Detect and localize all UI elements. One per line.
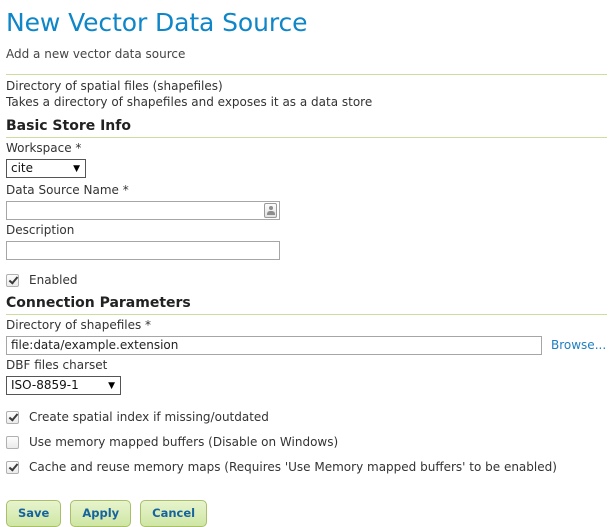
action-button-bar: Save Apply Cancel [6, 500, 607, 527]
directory-value: file:data/example.extension [7, 337, 541, 354]
data-source-name-input[interactable] [6, 201, 280, 220]
memory-mapped-buffers-checkbox[interactable] [6, 436, 19, 449]
save-button[interactable]: Save [6, 500, 61, 527]
option-row-cache-memory-maps[interactable]: Cache and reuse memory maps (Requires 'U… [6, 460, 607, 474]
connection-parameters-heading: Connection Parameters [6, 295, 607, 315]
description-input[interactable] [6, 241, 280, 260]
data-source-name-label: Data Source Name * [6, 182, 607, 198]
browse-link[interactable]: Browse... [551, 337, 606, 354]
option-row-memory-mapped-buffers[interactable]: Use memory mapped buffers (Disable on Wi… [6, 435, 607, 449]
description-label: Description [6, 222, 607, 238]
chevron-down-icon: ▼ [108, 377, 115, 395]
create-spatial-index-label[interactable]: Create spatial index if missing/outdated [29, 410, 269, 424]
page-title: New Vector Data Source [6, 8, 607, 38]
store-type-description: Takes a directory of shapefiles and expo… [6, 94, 607, 110]
enabled-checkbox[interactable] [6, 274, 19, 287]
directory-input[interactable]: file:data/example.extension [6, 336, 542, 355]
charset-label: DBF files charset [6, 357, 607, 373]
charset-select[interactable]: ISO-8859-1 ▼ [6, 376, 121, 395]
workspace-select[interactable]: cite ▼ [6, 159, 86, 178]
header-divider [6, 74, 607, 75]
header-divider-wrap [6, 62, 607, 75]
new-vector-data-source-page: New Vector Data Source Add a new vector … [0, 8, 613, 527]
autofill-key-icon[interactable] [264, 203, 277, 218]
directory-label: Directory of shapefiles * [6, 317, 607, 333]
enabled-label[interactable]: Enabled [29, 273, 78, 287]
store-type-label: Directory of spatial files (shapefiles) [6, 78, 607, 94]
cancel-button[interactable]: Cancel [140, 500, 207, 527]
page-subtitle: Add a new vector data source [6, 47, 607, 62]
chevron-down-icon: ▼ [73, 160, 80, 178]
create-spatial-index-checkbox[interactable] [6, 411, 19, 424]
charset-select-value: ISO-8859-1 [7, 377, 120, 394]
cache-memory-maps-checkbox[interactable] [6, 461, 19, 474]
option-row-create-spatial-index[interactable]: Create spatial index if missing/outdated [6, 410, 607, 424]
enabled-checkbox-row[interactable]: Enabled [6, 273, 607, 287]
cache-memory-maps-label[interactable]: Cache and reuse memory maps (Requires 'U… [29, 460, 557, 474]
workspace-label: Workspace * [6, 140, 607, 156]
memory-mapped-buffers-label[interactable]: Use memory mapped buffers (Disable on Wi… [29, 435, 338, 449]
basic-store-info-heading: Basic Store Info [6, 118, 607, 138]
apply-button[interactable]: Apply [70, 500, 131, 527]
directory-row: file:data/example.extension Browse... [6, 333, 607, 355]
